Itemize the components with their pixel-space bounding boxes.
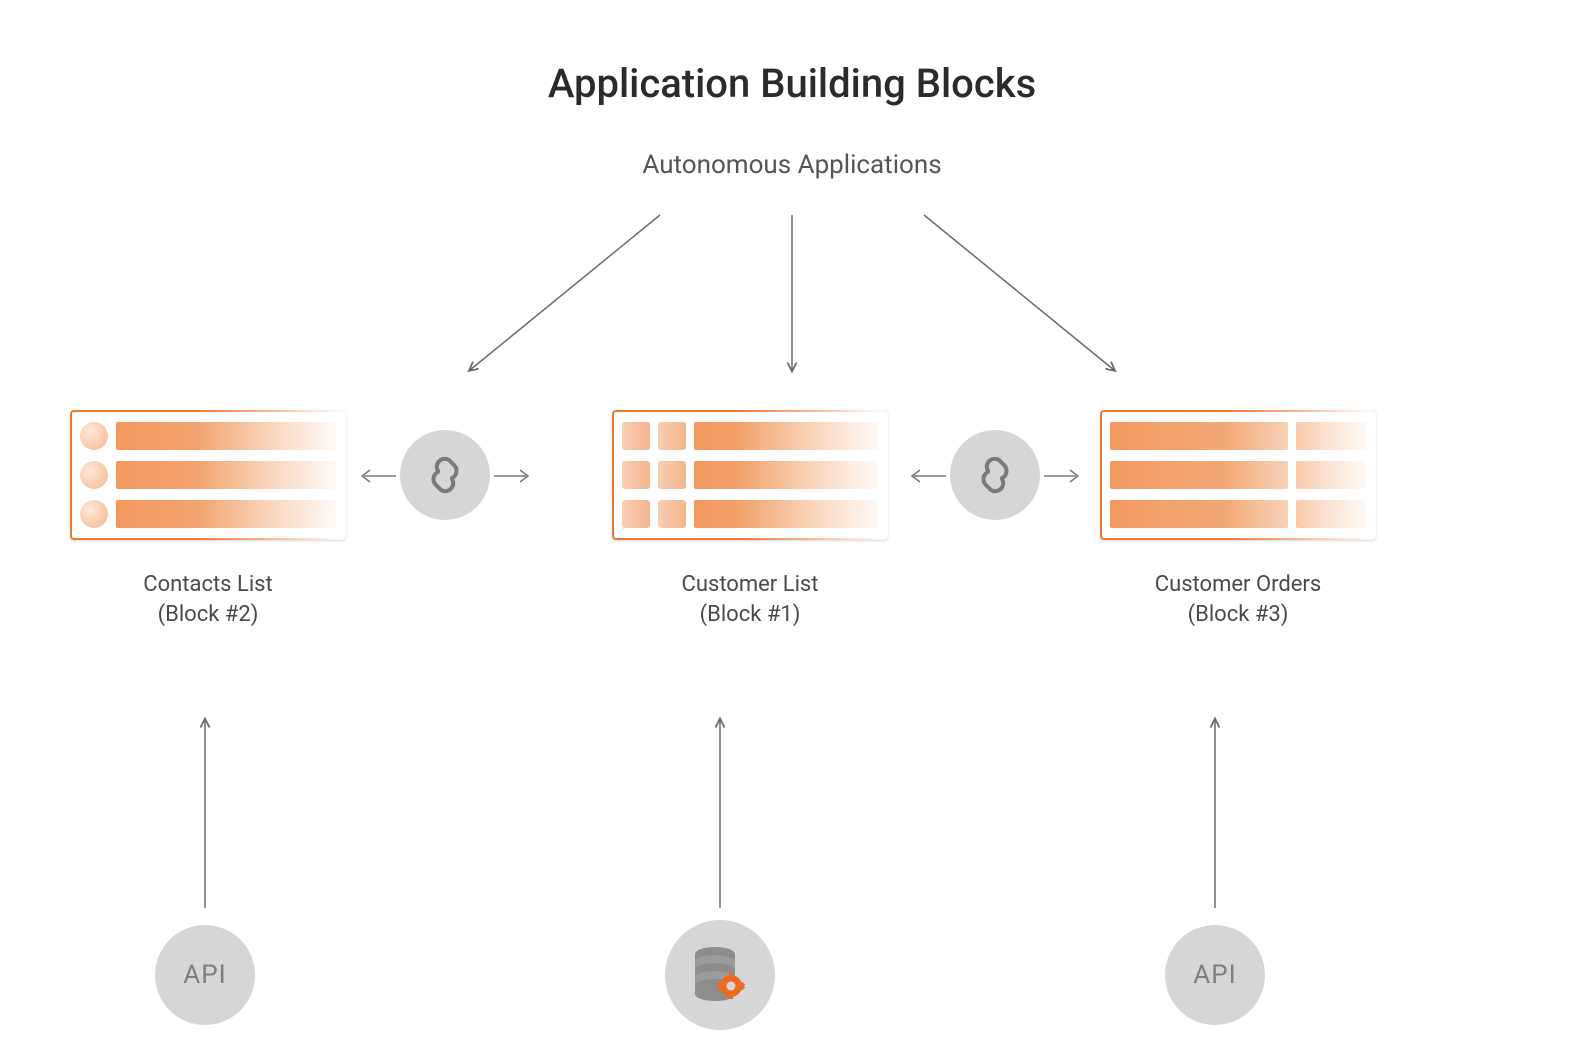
source-api-left: API xyxy=(155,925,255,1025)
block-sub: (Block #2) xyxy=(158,602,259,627)
diagram-subtitle: Autonomous Applications xyxy=(0,150,1584,180)
cell-icon xyxy=(658,422,686,450)
row-bar xyxy=(1110,461,1288,489)
block-label-contacts: Contacts List (Block #2) xyxy=(58,570,358,629)
block-name: Contacts List xyxy=(143,572,272,597)
block-name: Customer Orders xyxy=(1155,572,1321,597)
source-api-right: API xyxy=(1165,925,1265,1025)
api-label: API xyxy=(1193,960,1236,990)
bullet-icon xyxy=(80,500,108,528)
link-connector-left xyxy=(400,430,490,520)
link-connector-right xyxy=(950,430,1040,520)
row-bar xyxy=(1110,422,1288,450)
row-bar xyxy=(694,500,878,528)
block-label-customer-orders: Customer Orders (Block #3) xyxy=(1088,570,1388,629)
bullet-icon xyxy=(80,461,108,489)
cell-icon xyxy=(622,500,650,528)
block-sub: (Block #3) xyxy=(1188,602,1289,627)
arrow-left-icon xyxy=(358,466,398,486)
arrow-left-icon xyxy=(908,466,948,486)
arrow-right-icon xyxy=(492,466,532,486)
chain-link-icon xyxy=(971,451,1019,499)
row-bar-short xyxy=(1296,500,1366,528)
diagram-title: Application Building Blocks xyxy=(0,60,1584,107)
cell-icon xyxy=(658,461,686,489)
row-bar xyxy=(694,461,878,489)
row-bar xyxy=(116,461,336,489)
row-bar-short xyxy=(1296,461,1366,489)
block-label-customer-list: Customer List (Block #1) xyxy=(600,570,900,629)
cell-icon xyxy=(622,461,650,489)
block-customer-orders xyxy=(1100,410,1376,540)
cell-icon xyxy=(658,500,686,528)
row-bar xyxy=(694,422,878,450)
database-gear-icon xyxy=(685,940,755,1010)
block-name: Customer List xyxy=(682,572,819,597)
row-bar-short xyxy=(1296,422,1366,450)
block-sub: (Block #1) xyxy=(700,602,801,627)
bullet-icon xyxy=(80,422,108,450)
block-contacts-list xyxy=(70,410,346,540)
row-bar xyxy=(116,500,336,528)
source-database xyxy=(665,920,775,1030)
api-label: API xyxy=(183,960,226,990)
row-bar xyxy=(116,422,336,450)
row-bar xyxy=(1110,500,1288,528)
block-customer-list xyxy=(612,410,888,540)
arrow-right-icon xyxy=(1042,466,1082,486)
cell-icon xyxy=(622,422,650,450)
chain-link-icon xyxy=(421,451,469,499)
